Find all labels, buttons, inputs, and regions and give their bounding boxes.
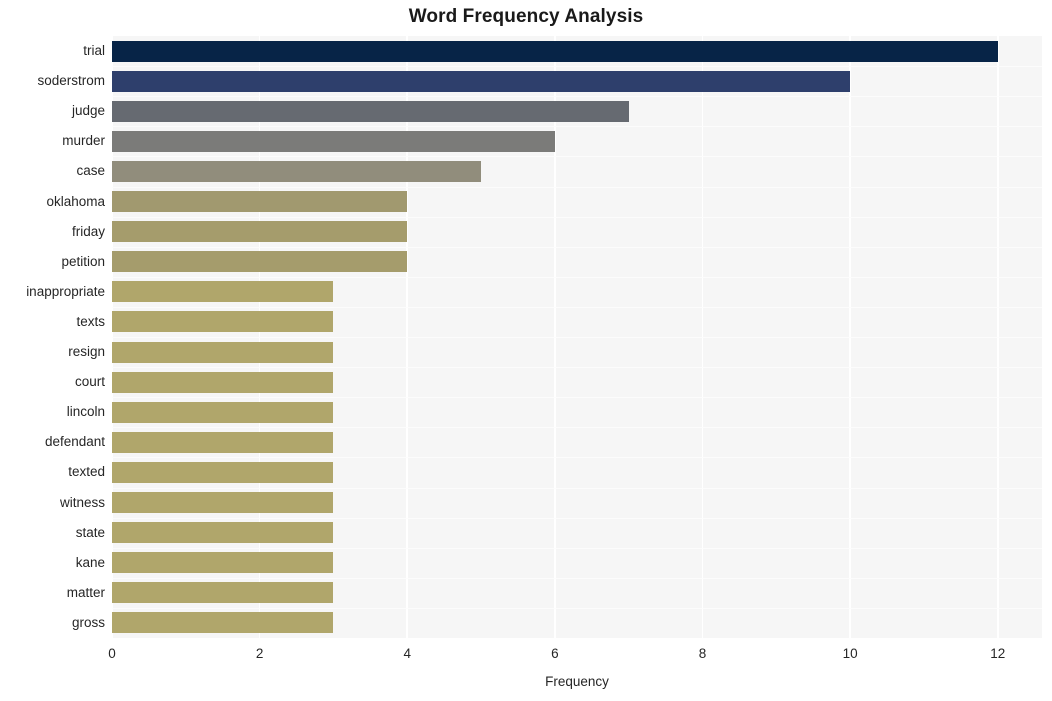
x-tick-label-4: 4 — [403, 646, 411, 661]
gridline-y — [112, 96, 1042, 98]
y-tick-label-kane: kane — [75, 554, 105, 570]
bar-lincoln[interactable] — [112, 401, 334, 423]
y-tick-label-soderstrom: soderstrom — [37, 73, 105, 89]
y-tick-label-texted: texted — [68, 464, 105, 480]
bar-witness[interactable] — [112, 492, 334, 514]
bar-judge[interactable] — [112, 100, 629, 122]
y-tick-label-oklahoma: oklahoma — [46, 193, 105, 209]
gridline-y — [112, 457, 1042, 459]
plot-area — [112, 36, 1042, 638]
x-axis-title: Frequency — [545, 674, 609, 689]
y-tick-label-witness: witness — [59, 494, 105, 510]
bar-texted[interactable] — [112, 461, 334, 483]
gridline-y — [112, 156, 1042, 158]
bar-trial[interactable] — [112, 40, 998, 62]
y-axis-category-labels: trial soderstrom judge murder case oklahoma fr… — [0, 36, 105, 638]
bar-resign[interactable] — [112, 341, 334, 363]
x-tick-label-6: 6 — [551, 646, 559, 661]
gridline-y — [112, 306, 1042, 308]
y-tick-label-resign: resign — [68, 344, 105, 360]
x-axis-tick-labels: 0 2 4 6 8 10 12 — [0, 646, 1052, 668]
gridline-y — [112, 66, 1042, 68]
gridline-y — [112, 246, 1042, 248]
bar-murder[interactable] — [112, 130, 555, 152]
x-tick-label-2: 2 — [255, 646, 264, 661]
gridline-y — [112, 397, 1042, 399]
bar-soderstrom[interactable] — [112, 70, 851, 92]
y-tick-label-inappropriate: inappropriate — [26, 283, 105, 299]
bar-texts[interactable] — [112, 311, 334, 333]
gridline-y — [112, 487, 1042, 489]
bar-oklahoma[interactable] — [112, 191, 408, 213]
x-tick-label-10: 10 — [842, 646, 858, 661]
gridline-y — [112, 126, 1042, 128]
y-tick-label-texts: texts — [76, 313, 105, 329]
y-tick-label-judge: judge — [71, 103, 105, 119]
gridline-y — [112, 577, 1042, 579]
chart-figure: Word Frequency Analysis trial soderstrom j… — [0, 0, 1052, 701]
gridline-y — [112, 607, 1042, 609]
bar-petition[interactable] — [112, 251, 408, 273]
bar-gross[interactable] — [112, 612, 334, 634]
chart-title: Word Frequency Analysis — [408, 6, 644, 27]
y-tick-label-gross: gross — [71, 614, 105, 630]
gridline-y — [112, 276, 1042, 278]
bar-inappropriate[interactable] — [112, 281, 334, 303]
x-tick-label-0: 0 — [108, 646, 116, 661]
y-tick-label-state: state — [75, 524, 105, 540]
bar-matter[interactable] — [112, 582, 334, 604]
gridline-y — [112, 547, 1042, 549]
gridline-y — [112, 337, 1042, 338]
gridline-y — [112, 427, 1042, 429]
y-tick-label-trial: trial — [83, 43, 105, 59]
gridline-y — [112, 517, 1042, 519]
bar-friday[interactable] — [112, 221, 408, 243]
y-tick-label-friday: friday — [71, 223, 105, 239]
y-tick-label-matter: matter — [66, 584, 105, 600]
bar-state[interactable] — [112, 522, 334, 544]
y-tick-label-defendant: defendant — [44, 434, 105, 450]
y-tick-label-murder: murder — [62, 133, 105, 149]
gridline-y — [112, 186, 1042, 188]
y-tick-label-lincoln: lincoln — [66, 404, 105, 420]
gridline-y — [112, 367, 1042, 369]
y-tick-label-petition: petition — [61, 253, 105, 269]
bar-case[interactable] — [112, 160, 482, 182]
y-tick-label-case: case — [76, 163, 105, 179]
bar-court[interactable] — [112, 371, 334, 393]
bar-kane[interactable] — [112, 552, 334, 574]
x-tick-label-8: 8 — [698, 646, 707, 661]
y-tick-label-court: court — [74, 374, 105, 390]
x-tick-label-12: 12 — [990, 646, 1006, 661]
bar-defendant[interactable] — [112, 431, 334, 453]
gridline-y — [112, 216, 1042, 218]
